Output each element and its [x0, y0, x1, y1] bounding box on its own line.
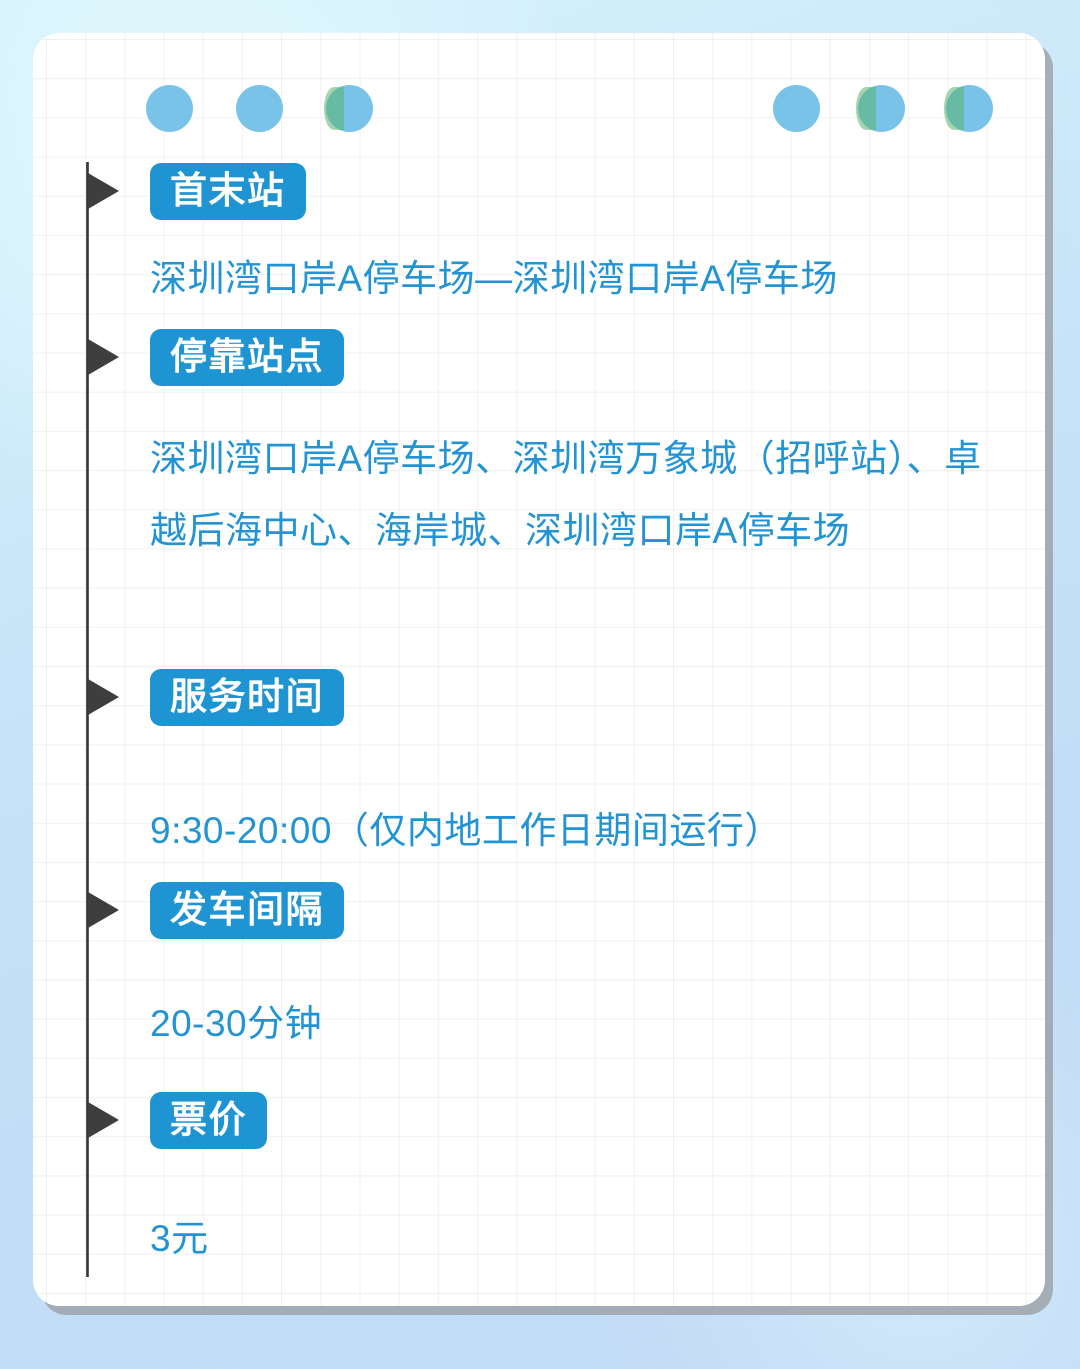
decorative-dot-5	[856, 85, 905, 132]
section-value-departure_interval: 20-30分钟	[150, 1003, 323, 1044]
section-value-fare: 3元	[150, 1218, 209, 1259]
section-marker-stops-icon	[88, 339, 119, 375]
decorative-dot-3	[324, 85, 373, 132]
card-content: 首末站深圳湾口岸A停车场—深圳湾口岸A停车场停靠站点深圳湾口岸A停车场、深圳湾万…	[33, 33, 1045, 1306]
decorative-dot-6	[944, 85, 993, 132]
section-marker-fare-icon	[88, 1102, 119, 1138]
section-marker-departure_interval-icon	[88, 892, 119, 928]
info-card: 首末站深圳湾口岸A停车场—深圳湾口岸A停车场停靠站点深圳湾口岸A停车场、深圳湾万…	[33, 33, 1045, 1306]
section-value-service_hours: 9:30-20:00（仅内地工作日期间运行）	[150, 810, 782, 851]
section-badge-fare: 票价	[150, 1092, 267, 1149]
section-marker-terminus-icon	[88, 173, 119, 209]
section-badge-departure_interval: 发车间隔	[150, 882, 344, 939]
section-badge-terminus: 首末站	[150, 163, 306, 220]
section-badge-service_hours: 服务时间	[150, 669, 344, 726]
section-marker-service_hours-icon	[88, 679, 119, 715]
section-value-terminus: 深圳湾口岸A停车场—深圳湾口岸A停车场	[150, 258, 838, 299]
section-badge-stops: 停靠站点	[150, 329, 344, 386]
section-value-stops: 深圳湾口岸A停车场、深圳湾万象城（招呼站）、卓越后海中心、海岸城、深圳湾口岸A停…	[150, 438, 982, 551]
